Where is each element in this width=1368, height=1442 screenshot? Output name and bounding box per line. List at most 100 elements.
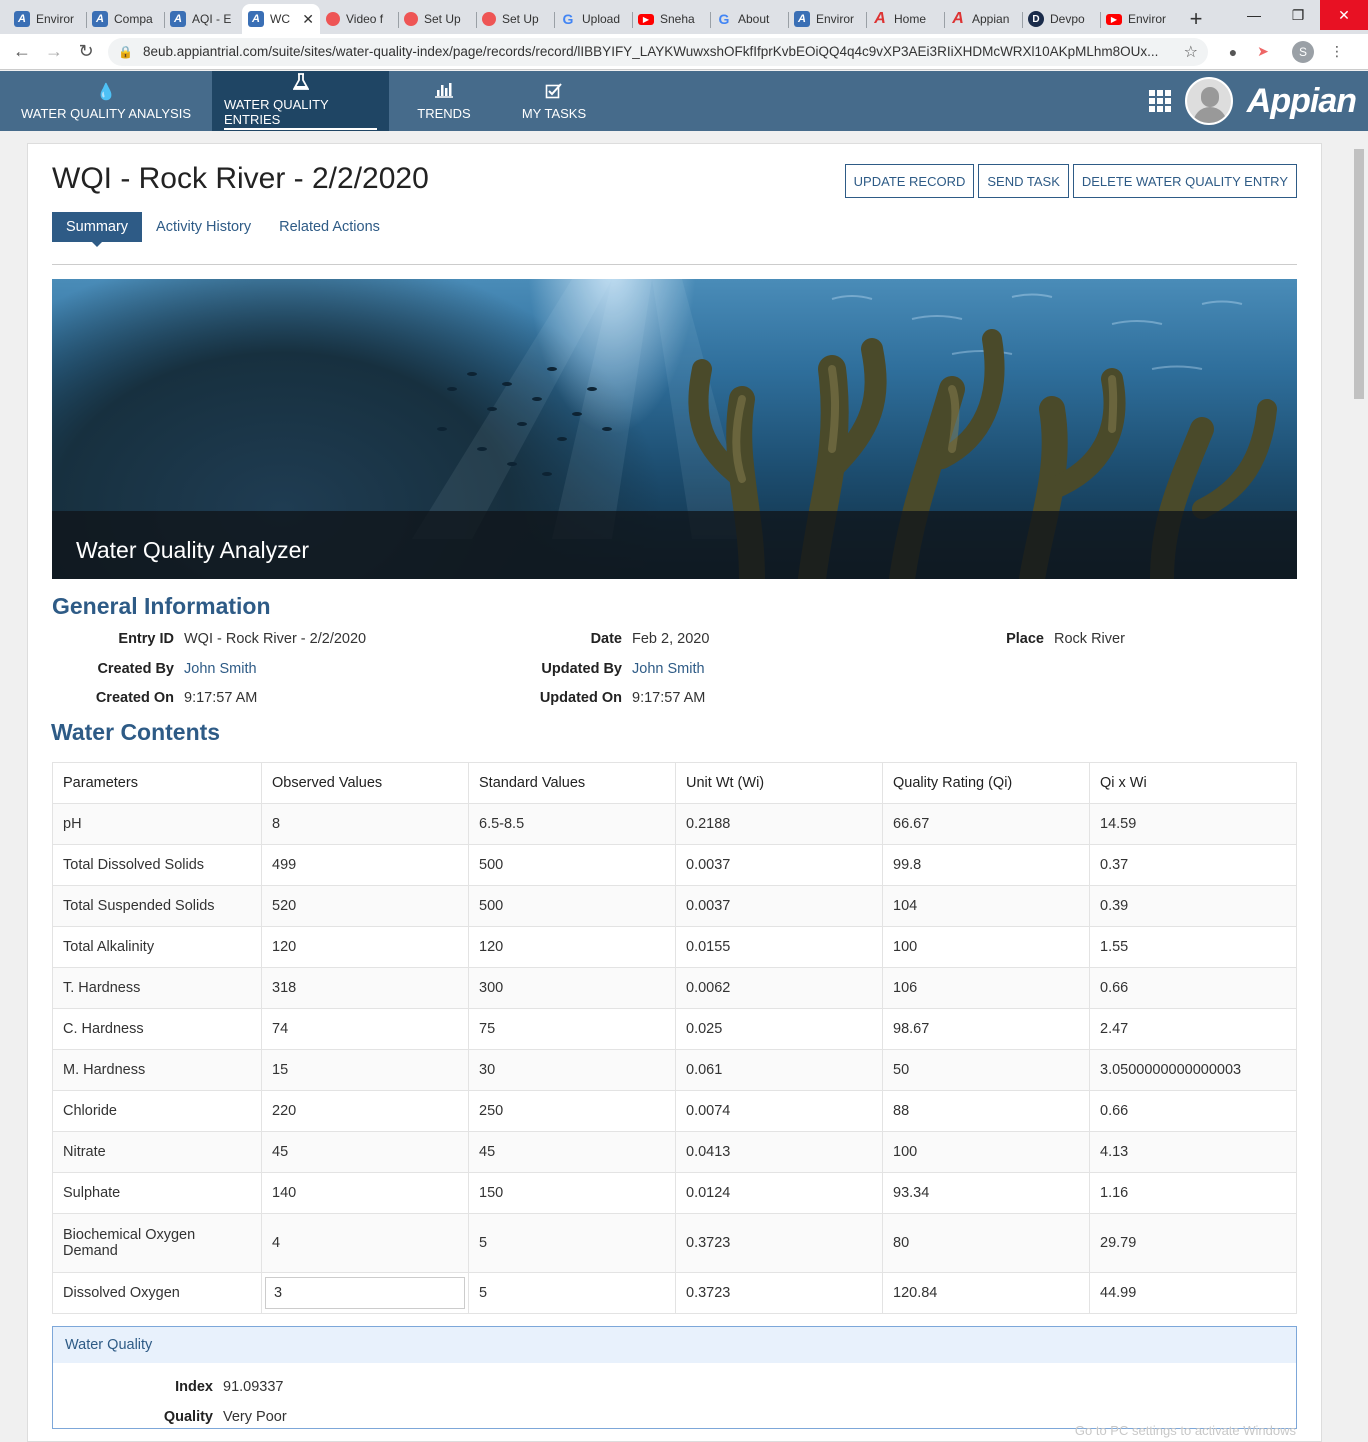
column-header: Qi x Wi [1089,762,1297,804]
video-favicon-icon [482,12,496,26]
table-cell: 0.061 [675,1049,883,1091]
scrollbar-thumb[interactable] [1354,149,1364,399]
browser-tab[interactable]: ▶ Sneha [632,4,710,34]
browser-tab[interactable]: A WC ✕ [242,4,320,34]
table-row: M. Hardness 15 30 0.061 50 3.0500000000000003 [52,1049,1297,1091]
table-row: Sulphate 140 150 0.0124 93.34 1.16 [52,1172,1297,1214]
browser-tab[interactable]: G Upload [554,4,632,34]
browser-tab[interactable]: D Devpo [1022,4,1100,34]
table-cell: 0.3723 [675,1213,883,1273]
browser-tab-title: Enviror [1128,12,1167,26]
table-cell: 120.84 [882,1272,1090,1314]
browser-tab[interactable]: ▶ Enviror [1100,4,1178,34]
browser-tab-title: Upload [582,12,621,26]
browser-tab-title: Appian [972,12,1010,26]
table-cell: 0.0062 [675,967,883,1009]
back-arrow-icon[interactable]: ← [6,41,38,62]
table-cell: 5 [468,1272,676,1314]
browser-tab[interactable]: A Appian [944,4,1022,34]
table-cell: 29.79 [1089,1213,1297,1273]
user-avatar[interactable] [1184,77,1233,125]
table-cell: 106 [882,967,1090,1009]
nav-tab-water-quality-entries[interactable]: WATER QUALITY ENTRIES [212,71,389,131]
send-task-button[interactable]: SEND TASK [978,164,1069,198]
google-favicon-icon: G [718,11,730,27]
browser-tab[interactable]: A Enviror [788,4,866,34]
table-row: Nitrate 45 45 0.0413 100 4.13 [52,1131,1297,1173]
page-scrollbar[interactable] [1350,131,1368,1442]
table-cell: 120 [261,926,469,968]
table-cell: Total Dissolved Solids [52,844,262,886]
browser-menu-icon[interactable]: ⋮ [1322,43,1352,60]
delete-water-quality-entry-button[interactable]: DELETE WATER QUALITY ENTRY [1072,164,1297,198]
table-row: Total Alkalinity 120 120 0.0155 100 1.55 [52,926,1297,968]
created-by-link[interactable]: John Smith [184,661,257,677]
appian-favicon-icon: A [794,11,810,27]
table-cell: 80 [882,1213,1090,1273]
table-cell: 100 [882,926,1090,968]
table-row: Chloride 220 250 0.0074 88 0.66 [52,1090,1297,1132]
table-cell: 93.34 [882,1172,1090,1214]
browser-tab[interactable]: G About [710,4,788,34]
column-header: Observed Values [261,762,469,804]
tab-activity-history[interactable]: Activity History [142,212,265,242]
browser-tab[interactable]: A Enviror [8,4,86,34]
reload-icon[interactable]: ↻ [70,41,102,62]
app-launcher-grid-icon[interactable] [1148,90,1171,112]
tab-close-icon[interactable]: ✕ [302,11,314,28]
updated-on-field: Updated On 9:17:57 AM [539,690,706,706]
banner-caption: Water Quality Analyzer [52,511,1297,579]
tab-summary[interactable]: Summary [52,212,143,247]
browser-tab[interactable]: A Home [866,4,944,34]
table-cell: 4 [261,1213,469,1273]
update-record-button[interactable]: UPDATE RECORD [844,164,975,198]
table-cell: 14.59 [1089,803,1297,845]
extension-arrow-icon[interactable]: ➤ [1248,43,1278,60]
minimize-icon[interactable]: — [1232,0,1276,30]
new-tab-button[interactable]: + [1178,4,1214,34]
table-cell: 45 [468,1131,676,1173]
profile-avatar[interactable]: S [1292,40,1314,63]
table-cell: 74 [261,1008,469,1050]
column-header: Quality Rating (Qi) [882,762,1090,804]
table-row: pH 8 6.5-8.5 0.2188 66.67 14.59 [52,803,1297,845]
table-cell: 4.13 [1089,1131,1297,1173]
nav-tab-my-tasks[interactable]: MY TASKS [499,71,609,131]
observed-value-input[interactable]: 3 [265,1277,465,1309]
browser-tab[interactable]: Set Up [476,4,554,34]
forward-arrow-icon[interactable]: → [38,41,70,62]
bar-chart-icon [434,82,454,100]
table-cell: 0.2188 [675,803,883,845]
column-header: Parameters [52,762,262,804]
browser-tab[interactable]: Video f [320,4,398,34]
video-favicon-icon [404,12,418,26]
table-cell: Chloride [52,1090,262,1132]
table-cell: 0.66 [1089,1090,1297,1132]
browser-tab[interactable]: A AQI - E [164,4,242,34]
table-cell: 0.025 [675,1008,883,1050]
url-text[interactable]: 8eub.appiantrial.com/suite/sites/water-q… [143,44,1184,59]
table-cell: 3.0500000000000003 [1089,1049,1297,1091]
tab-related-actions[interactable]: Related Actions [265,212,394,242]
window-close-icon[interactable]: ✕ [1320,0,1368,30]
table-cell: 300 [468,967,676,1009]
browser-tab[interactable]: Set Up [398,4,476,34]
nav-tab-trends[interactable]: TRENDS [389,71,499,131]
restore-icon[interactable]: ❐ [1276,0,1320,30]
table-cell: 220 [261,1090,469,1132]
browser-tab[interactable]: A Compa [86,4,164,34]
bookmark-star-icon[interactable]: ☆ [1184,42,1198,62]
table-cell: Biochemical Oxygen Demand [52,1213,262,1273]
water-contents-table: Parameters Observed Values Standard Valu… [52,762,1297,1314]
updated-by-link[interactable]: John Smith [632,661,705,677]
nav-tab-water-quality-analysis[interactable]: 💧 WATER QUALITY ANALYSIS [0,71,212,131]
table-cell: 0.3723 [675,1272,883,1314]
extension-icon[interactable]: ● [1218,44,1248,60]
devpost-favicon-icon: D [1028,11,1044,27]
url-omnibox[interactable]: 🔒 8eub.appiantrial.com/suite/sites/water… [108,37,1208,66]
table-cell: 499 [261,844,469,886]
video-favicon-icon [326,12,340,26]
table-cell: 44.99 [1089,1272,1297,1314]
table-cell: Sulphate [52,1172,262,1214]
table-cell: Total Suspended Solids [52,885,262,927]
